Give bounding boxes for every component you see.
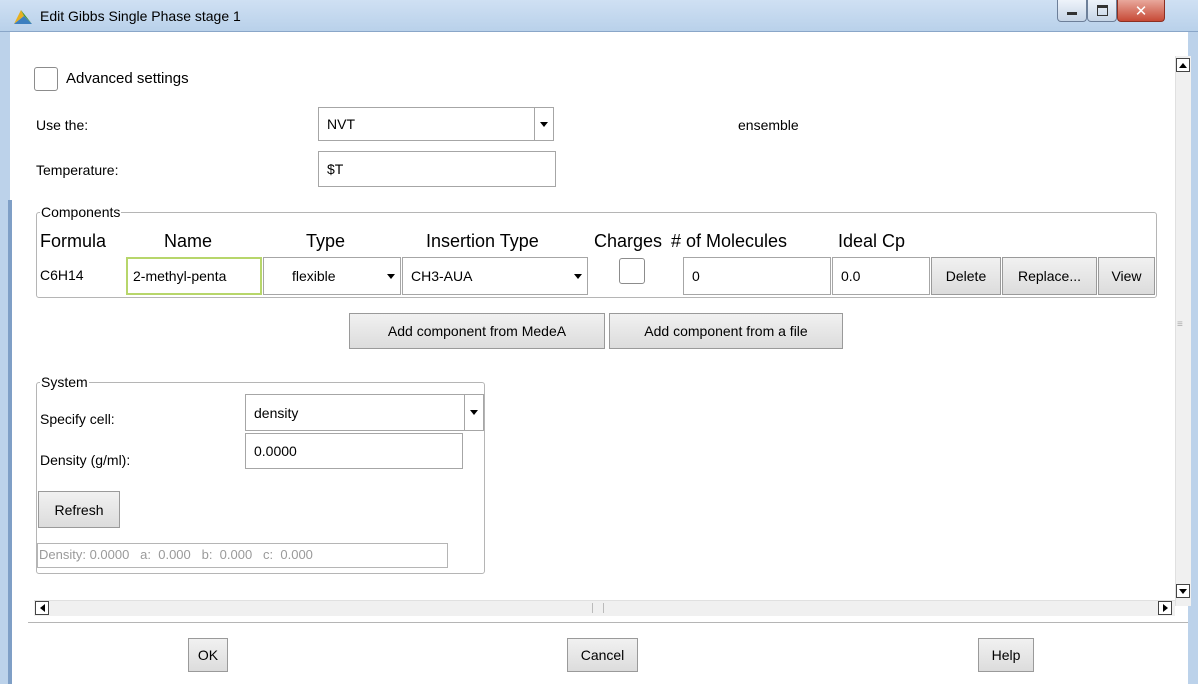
specify-cell-value: density: [254, 404, 299, 421]
density-label: Density (g/ml):: [40, 452, 131, 468]
window-border-strip: [8, 200, 12, 684]
density-input[interactable]: 0.0000: [245, 433, 463, 469]
component-formula: C6H14: [40, 267, 84, 283]
component-type-select[interactable]: flexible: [263, 257, 401, 295]
ideal-cp-input[interactable]: 0.0: [832, 257, 930, 295]
replace-button[interactable]: Replace...: [1002, 257, 1097, 295]
add-component-file-button[interactable]: Add component from a file: [609, 313, 843, 349]
maximize-button[interactable]: [1087, 0, 1117, 22]
cancel-button[interactable]: Cancel: [567, 638, 638, 672]
help-button[interactable]: Help: [978, 638, 1034, 672]
temperature-label: Temperature:: [36, 162, 119, 178]
header-type: Type: [306, 231, 346, 251]
header-name: Name: [164, 231, 213, 251]
temperature-input[interactable]: $T: [318, 151, 556, 187]
system-legend: System: [40, 374, 89, 390]
header-insertion-type: Insertion Type: [426, 231, 539, 251]
molecules-input[interactable]: 0: [683, 257, 831, 295]
ensemble-select[interactable]: NVT: [318, 107, 554, 141]
hscroll-grip[interactable]: [592, 603, 604, 613]
delete-button[interactable]: Delete: [931, 257, 1001, 295]
scroll-left-icon[interactable]: [35, 601, 49, 615]
minimize-button[interactable]: [1057, 0, 1087, 22]
window-title: Edit Gibbs Single Phase stage 1: [40, 8, 241, 24]
header-formula: Formula: [40, 231, 107, 251]
vscroll-grip[interactable]: ≡: [1177, 320, 1189, 335]
dropdown-arrow-icon: [569, 258, 587, 294]
component-type-value: flexible: [292, 268, 336, 284]
maximize-icon: [1096, 5, 1108, 16]
cell-summary: Density: 0.0000 a: 0.000 b: 0.000 c: 0.0…: [37, 543, 448, 568]
refresh-button[interactable]: Refresh: [38, 491, 120, 528]
use-the-label: Use the:: [36, 117, 89, 133]
add-component-medea-button[interactable]: Add component from MedeA: [349, 313, 605, 349]
scroll-up-icon[interactable]: [1176, 58, 1190, 72]
close-button[interactable]: ✕: [1117, 0, 1165, 22]
minimize-icon: [1067, 12, 1077, 15]
horizontal-scrollbar[interactable]: [34, 600, 1175, 616]
component-name-input[interactable]: 2-methyl-penta: [126, 257, 262, 295]
dropdown-arrow-icon: [382, 258, 400, 294]
insertion-type-value: CH3-AUA: [411, 268, 473, 284]
advanced-settings-checkbox[interactable]: [34, 67, 58, 91]
components-legend: Components: [40, 204, 122, 220]
header-ideal-cp: Ideal Cp: [838, 231, 906, 251]
close-icon: ✕: [1134, 1, 1148, 20]
header-molecules: # of Molecules: [671, 231, 788, 251]
specify-cell-select[interactable]: density: [245, 394, 484, 431]
view-button[interactable]: View: [1098, 257, 1155, 295]
ensemble-suffix: ensemble: [738, 117, 799, 133]
ensemble-value: NVT: [327, 116, 355, 132]
ok-button[interactable]: OK: [188, 638, 228, 672]
insertion-type-select[interactable]: CH3-AUA: [402, 257, 588, 295]
scroll-right-icon[interactable]: [1158, 601, 1172, 615]
scroll-down-icon[interactable]: [1176, 584, 1190, 598]
dropdown-arrow-icon: [464, 395, 483, 430]
advanced-settings-label: Advanced settings: [66, 70, 189, 87]
charges-checkbox[interactable]: [619, 258, 645, 284]
header-charges: Charges: [594, 231, 663, 251]
app-icon: [12, 7, 34, 25]
dropdown-arrow-icon: [534, 108, 553, 140]
specify-cell-label: Specify cell:: [40, 411, 115, 427]
